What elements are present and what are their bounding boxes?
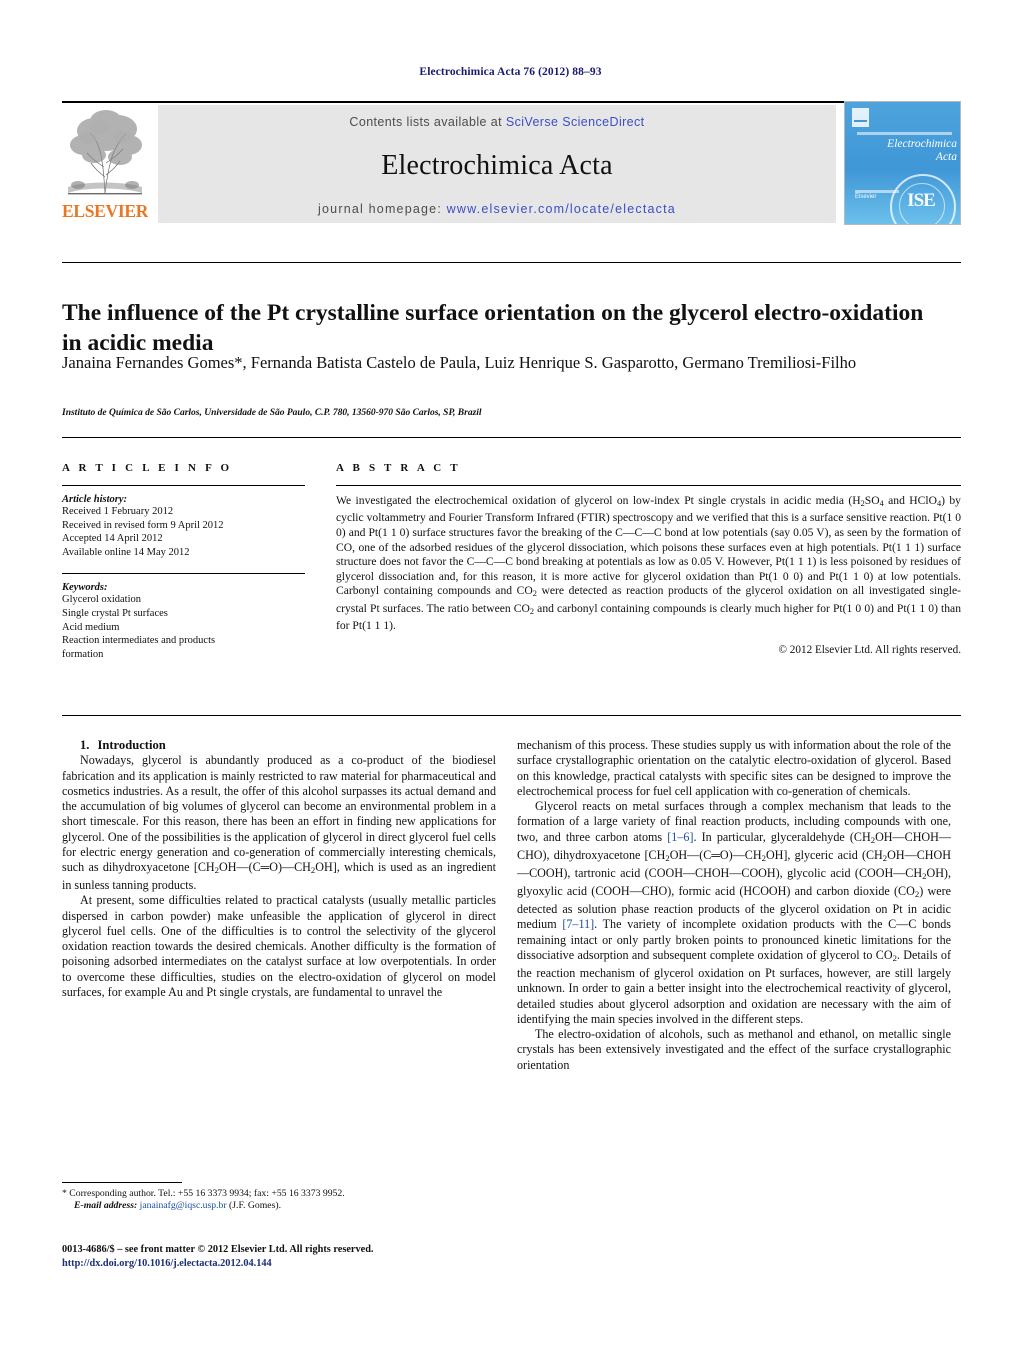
journal-article-page: Electrochimica Acta 76 (2012) 88–93 ELSE… [0,0,1021,1351]
paragraph: The electro-oxidation of alcohols, such … [517,1027,951,1072]
keywords-heading: Keywords: [62,582,108,594]
abstract-seg: We investigated the electrochemical oxid… [336,494,861,507]
title-top-rule [62,262,961,263]
keyword-item: formation [62,648,104,660]
issn-copyright-block: 0013-4686/$ – see front matter © 2012 El… [62,1243,542,1271]
keywords-rule [62,573,305,575]
citation-link[interactable]: [7–11] [562,917,594,931]
journal-cover-thumbnail: Electrochimica Acta Elsevier ISE [844,101,961,225]
abstract-seg: and HClO [883,494,937,507]
abstract-label: A B S T R A C T [336,462,461,474]
journal-homepage-link[interactable]: www.elsevier.com/locate/electacta [447,202,676,216]
author-list: Janaina Fernandes Gomes*, Fernanda Batis… [62,353,857,372]
page-title: The influence of the Pt crystalline surf… [62,299,924,356]
elsevier-wordmark: ELSEVIER [62,201,148,221]
article-info-rule [62,485,305,486]
email-suffix: (J.F. Gomes). [229,1200,281,1212]
section-number: 1. [80,738,90,752]
email-link[interactable]: janainafg@iqsc.usp.br [140,1200,227,1211]
abstract-seg: SO [864,494,880,507]
footnote-block: * Corresponding author. Tel.: +55 16 337… [62,1188,496,1213]
abstract-copyright: © 2012 Elsevier Ltd. All rights reserved… [778,643,962,656]
ise-seal-icon: ISE [890,174,956,224]
footnote-rule [62,1182,182,1183]
keyword-item: Acid medium [62,621,120,633]
article-history-item: Available online 14 May 2012 [62,546,190,558]
elsevier-mark-icon [852,108,869,127]
article-info-column: A R T I C L E I N F O Article history: R… [62,462,305,661]
masthead-top-rule [62,101,961,103]
elsevier-logo: ELSEVIER [62,105,148,223]
abstract-bottom-rule [62,715,961,716]
keyword-item: Glycerol oxidation [62,594,142,606]
cover-journal-title: Electrochimica Acta [853,138,957,163]
article-history-item: Received in revised form 9 April 2012 [62,519,224,531]
keyword-item: Reaction intermediates and products [62,635,216,647]
article-history-item: Received 1 February 2012 [62,506,174,517]
homepage-prefix: journal homepage: [318,202,447,216]
keyword-item: Single crystal Pt surfaces [62,607,168,619]
ise-seal-text: ISE [907,190,936,211]
contents-prefix: Contents lists available at [349,115,506,129]
body-column-left: 1. Introduction Nowadays, glycerol is abu… [62,738,496,1000]
abstract-column: A B S T R A C T We investigated the elec… [336,462,961,656]
paragraph: At present, some difficulties related to… [62,893,496,999]
doi-link[interactable]: http://dx.doi.org/10.1016/j.electacta.20… [62,1257,542,1271]
body-column-right: mechanism of this process. These studies… [517,738,951,1073]
journal-title: Electrochimica Acta [381,150,613,181]
para-seg: OH—(C═O)—CH [669,847,762,862]
para-seg: Nowadays, glycerol is abundantly produce… [62,753,496,874]
cover-title-line1: Electrochimica [887,138,957,150]
masthead-panel: Contents lists available at SciVerse Sci… [158,105,836,223]
section-heading-introduction: 1. Introduction [62,738,496,753]
para-seg: OH], glyceric acid (CH [765,847,883,862]
email-label: E-mail address: [74,1200,138,1212]
journal-homepage-line: journal homepage: www.elsevier.com/locat… [158,202,836,216]
sciencedirect-link[interactable]: SciVerse ScienceDirect [506,115,645,129]
journal-masthead: ELSEVIER Contents lists available at Sci… [62,101,961,225]
para-seg: OH—(C═O)—CH [219,860,311,874]
running-head: Electrochimica Acta 76 (2012) 88–93 [419,66,602,78]
cover-title-line2: Acta [935,150,957,163]
issn-line: 0013-4686/$ – see front matter © 2012 El… [62,1244,374,1255]
article-history-heading: Article history: [62,494,128,505]
article-info-label: A R T I C L E I N F O [62,462,233,474]
contents-available-line: Contents lists available at SciVerse Sci… [158,115,836,129]
paragraph: mechanism of this process. These studies… [517,738,951,798]
citation-link[interactable]: [1–6] [667,830,693,844]
paragraph: Nowadays, glycerol is abundantly produce… [62,753,496,893]
affiliation-rule [62,437,961,438]
elsevier-tree-icon [64,107,146,199]
affiliation: Instituto de Química de São Carlos, Univ… [62,408,482,418]
section-title: Introduction [97,738,166,752]
corresponding-author-note: * Corresponding author. Tel.: +55 16 337… [62,1188,345,1199]
para-seg: . In particular, glyceraldehyde (CH [693,829,871,844]
article-history-item: Accepted 14 April 2012 [62,533,163,545]
abstract-rule [336,485,961,486]
cover-decorative-line-top [857,132,952,135]
paragraph: Glycerol reacts on metal surfaces throug… [517,799,951,1027]
abstract-text: We investigated the electrochemical oxid… [336,494,961,634]
abstract-seg: ) by cyclic voltammetry and Fourier Tran… [336,494,961,598]
email-note: E-mail address: janainafg@iqsc.usp.br (J… [62,1200,496,1212]
